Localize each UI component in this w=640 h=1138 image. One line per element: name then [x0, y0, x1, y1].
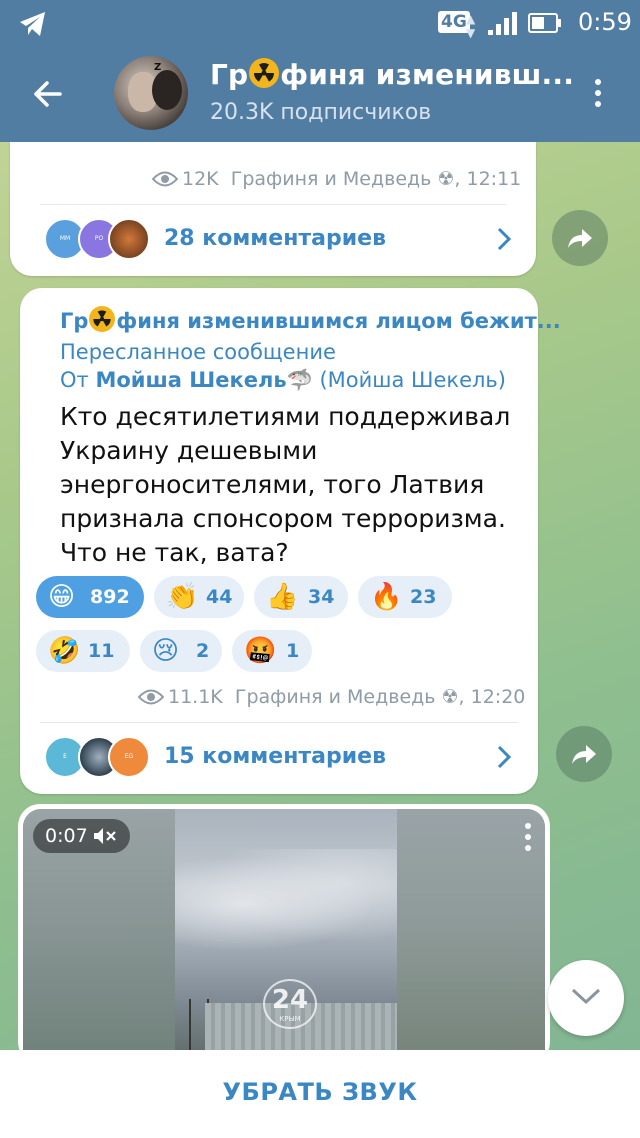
reaction-grin[interactable]: 😁 892 [36, 576, 144, 618]
bottom-action-bar: УБРАТЬ ЗВУК [0, 1050, 640, 1138]
divider [40, 204, 506, 205]
clock: 0:59 [578, 8, 632, 36]
subscriber-count: 20.3K подписчиков [210, 100, 432, 125]
share-button[interactable] [556, 726, 612, 782]
eye-icon [152, 171, 178, 187]
back-arrow-icon[interactable] [28, 76, 68, 112]
chevron-right-icon [497, 745, 512, 769]
message-bubble: Гр финя изменившимся лицом бежит... Перес… [20, 288, 561, 794]
message-meta: 11.1K Графиня и Медведь ☢, 12:20 [138, 686, 525, 708]
shark-icon: 🦈 [286, 368, 313, 392]
share-icon [572, 745, 596, 764]
battery-icon [528, 13, 561, 33]
comments-button[interactable]: E EG 15 комментариев [20, 722, 538, 792]
reaction-cry[interactable]: 😢 2 [140, 630, 222, 672]
message-bubble: 12K Графиня и Медведь ☢, 12:11 MM PO 28 … [10, 142, 536, 276]
channel-title[interactable]: Гр финя изменивш... [210, 58, 574, 91]
chevron-right-icon [497, 227, 512, 251]
forwarded-label: Пересланное сообщение [60, 340, 336, 364]
channel-avatar[interactable]: Z [114, 56, 188, 130]
reaction-thumbs-up[interactable]: 👍 34 [254, 576, 348, 618]
commenter-avatar [108, 218, 150, 260]
cursing-emoji-icon: 🤬 [244, 636, 277, 666]
commenter-avatar: EG [108, 736, 150, 778]
video-duration-badge[interactable]: 0:07 [33, 819, 130, 853]
channel-watermark-logo: 24 КРЫМ [263, 979, 317, 1029]
scroll-down-button[interactable] [548, 960, 624, 1036]
unmute-button[interactable]: УБРАТЬ ЗВУК [0, 1078, 640, 1106]
radiation-icon [249, 58, 280, 88]
chevron-down-icon [571, 988, 601, 1005]
video-message-bubble: 24 КРЫМ 0:07 [18, 804, 550, 1064]
thumbs-up-emoji-icon: 👍 [266, 582, 299, 612]
cry-emoji-icon: 😢 [152, 636, 180, 666]
comments-button[interactable]: MM PO 28 комментариев [10, 204, 536, 274]
chat-header: Z Гр финя изменивш... 20.3K подписчиков [0, 48, 640, 142]
avatar-bear [152, 70, 182, 110]
data-arrows-icon: ▲ ▼ [466, 12, 476, 40]
message-text: Кто десятилетиями поддерживал Украину де… [60, 402, 511, 567]
signal-icon [488, 12, 517, 35]
mute-icon [93, 828, 116, 844]
grin-emoji-icon: 😁 [48, 582, 76, 612]
share-button[interactable] [552, 210, 608, 266]
comments-label: 28 комментариев [164, 226, 387, 251]
comments-label: 15 комментариев [164, 744, 387, 769]
fire-emoji-icon: 🔥 [370, 582, 403, 612]
video-player[interactable]: 24 КРЫМ 0:07 [23, 809, 545, 1064]
clap-emoji-icon: 👏 [166, 582, 199, 612]
reaction-cursing[interactable]: 🤬 1 [232, 630, 312, 672]
eye-icon [138, 689, 164, 705]
telegram-icon [20, 12, 45, 36]
reaction-clap[interactable]: 👏 44 [154, 576, 244, 618]
radiation-icon [89, 306, 116, 332]
video-more-vert-icon[interactable] [523, 823, 533, 859]
reaction-rofl[interactable]: 🤣 11 [36, 630, 130, 672]
forwarded-from[interactable]: От Мойша Шекель🦈 (Мойша Шекель) [60, 368, 506, 393]
message-meta: 12K Графиня и Медведь ☢, 12:11 [152, 168, 521, 190]
share-icon [568, 229, 592, 248]
reaction-fire[interactable]: 🔥 23 [358, 576, 452, 618]
status-bar: 4G ▲ ▼ 0:59 [0, 0, 640, 48]
channel-name[interactable]: Гр финя изменившимся лицом бежит... [60, 306, 561, 333]
more-vert-icon[interactable] [586, 76, 610, 116]
avatar-tag: Z [154, 62, 162, 73]
divider [40, 722, 518, 723]
rofl-emoji-icon: 🤣 [48, 636, 81, 666]
